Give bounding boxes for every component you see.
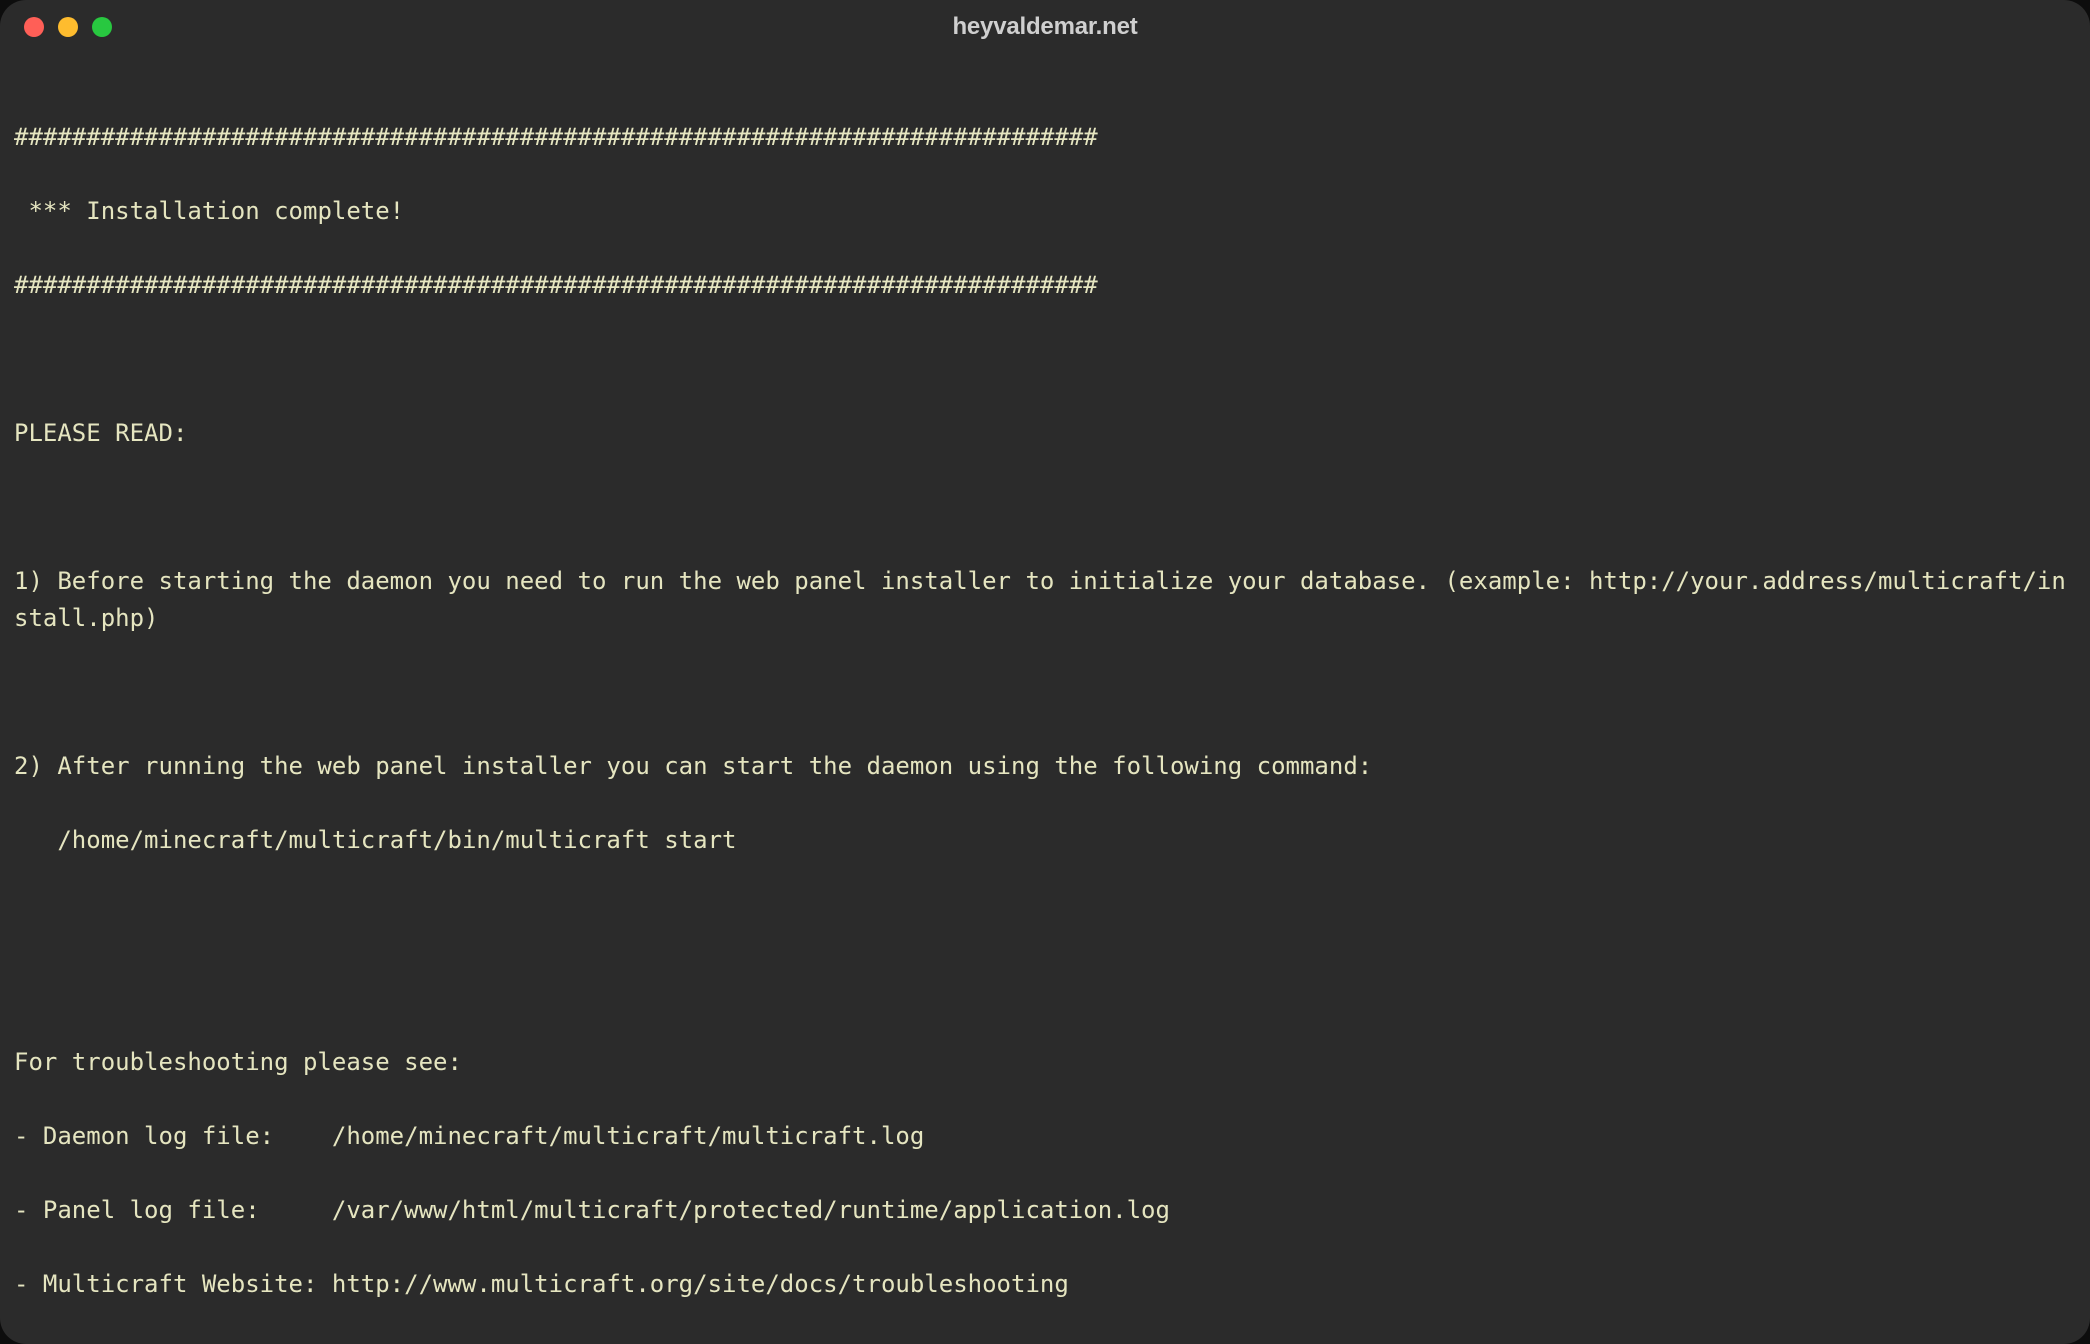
output-line: /home/minecraft/multicraft/bin/multicraf… — [14, 822, 2076, 859]
output-line: 2) After running the web panel installer… — [14, 748, 2076, 785]
output-line: ########################################… — [14, 119, 2076, 156]
output-line: - Panel log file: /var/www/html/multicra… — [14, 1192, 2076, 1229]
minimize-icon[interactable] — [58, 17, 78, 37]
traffic-lights — [24, 17, 112, 37]
output-line: - Multicraft Website: http://www.multicr… — [14, 1266, 2076, 1303]
output-line: *** Installation complete! — [14, 193, 2076, 230]
output-line: ########################################… — [14, 267, 2076, 304]
output-line: PLEASE READ: — [14, 415, 2076, 452]
titlebar: heyvaldemar.net — [0, 0, 2090, 54]
output-line: 1) Before starting the daemon you need t… — [14, 563, 2076, 637]
output-line: - Daemon log file: /home/minecraft/multi… — [14, 1118, 2076, 1155]
terminal-window: heyvaldemar.net ########################… — [0, 0, 2090, 1344]
maximize-icon[interactable] — [92, 17, 112, 37]
close-icon[interactable] — [24, 17, 44, 37]
window-title: heyvaldemar.net — [0, 13, 2090, 41]
terminal-body[interactable]: ########################################… — [0, 54, 2090, 1344]
output-line: For troubleshooting please see: — [14, 1044, 2076, 1081]
